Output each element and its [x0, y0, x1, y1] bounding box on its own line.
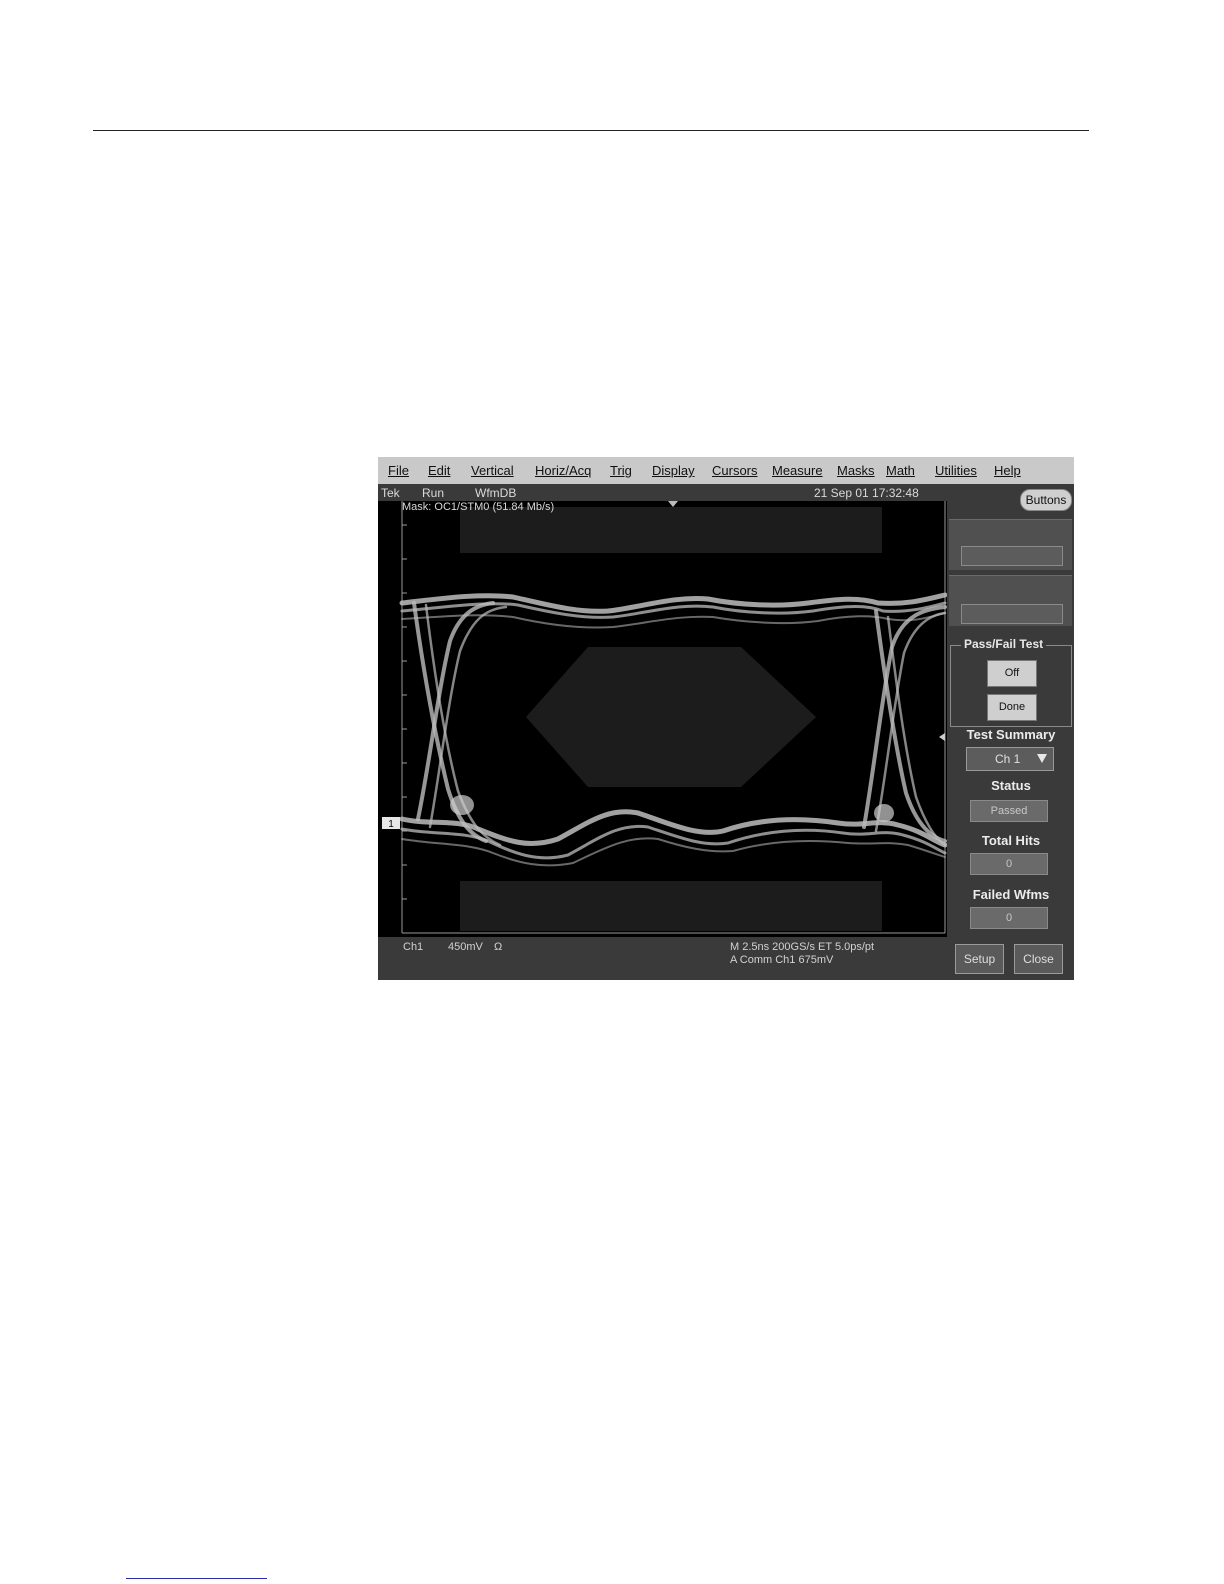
- menu-masks[interactable]: Masks: [837, 463, 875, 478]
- eye-diagram: 1: [382, 501, 947, 934]
- menu-measure[interactable]: Measure: [772, 463, 823, 478]
- setup-button[interactable]: Setup: [955, 944, 1004, 974]
- trigger-position-marker: [668, 501, 678, 507]
- channel-1-marker-label: 1: [388, 819, 394, 830]
- total-hits-field: 0: [970, 853, 1048, 875]
- menu-math[interactable]: Math: [886, 463, 915, 478]
- pass-fail-test-group: Pass/Fail Test Off Done: [950, 637, 1072, 727]
- waveform-display[interactable]: 1 Mask: OC1/STM0 (51.84 Mb/s): [378, 501, 947, 937]
- menu-horiz-acq[interactable]: Horiz/Acq: [535, 463, 591, 478]
- channel-readout: Ch1: [403, 941, 424, 953]
- status-bar: Tek Run WfmDB 21 Sep 01 17:32:48: [378, 484, 948, 501]
- menu-help[interactable]: Help: [994, 463, 1021, 478]
- mask-label: Mask: OC1/STM0 (51.84 Mb/s): [402, 501, 555, 513]
- menu-utilities[interactable]: Utilities: [935, 463, 977, 478]
- trigger-level-marker: [939, 733, 945, 741]
- mask-test-panel: Pass/Fail Test Off Done Test Summary Ch …: [948, 519, 1074, 980]
- pass-fail-test-title: Pass/Fail Test: [961, 637, 1047, 651]
- test-summary-channel-select[interactable]: Ch 1: [966, 747, 1054, 771]
- panel-slot-2: [949, 575, 1072, 626]
- page-top-rule: [93, 130, 1089, 131]
- buttons-toggle-button[interactable]: Buttons: [1020, 489, 1072, 511]
- trigger-readout: A Comm Ch1 675mV: [730, 954, 834, 966]
- test-summary-label: Test Summary: [966, 727, 1056, 742]
- panel-slot-2-field[interactable]: [961, 604, 1063, 624]
- menu-edit[interactable]: Edit: [428, 463, 450, 478]
- menu-display[interactable]: Display: [652, 463, 695, 478]
- mask-center-region: [526, 647, 816, 787]
- mask-top-region: [460, 507, 882, 553]
- pass-fail-done-button[interactable]: Done: [987, 694, 1037, 721]
- failed-wfms-label: Failed Wfms: [972, 887, 1050, 902]
- panel-slot-1: [949, 519, 1072, 570]
- horizontal-readout: M 2.5ns 200GS/s ET 5.0ps/pt: [730, 941, 875, 953]
- pass-fail-off-button[interactable]: Off: [987, 660, 1037, 687]
- run-state: Run: [422, 486, 445, 500]
- total-hits-label: Total Hits: [981, 833, 1041, 848]
- status-label: Status: [991, 778, 1031, 793]
- acquisition-mode: WfmDB: [475, 486, 517, 500]
- mask-bottom-region: [460, 881, 882, 931]
- status-value-field: Passed: [970, 800, 1048, 822]
- close-button[interactable]: Close: [1014, 944, 1063, 974]
- left-crossing-cluster: [450, 795, 894, 822]
- vertical-scale-readout: 450mV: [448, 941, 483, 953]
- panel-slot-1-field[interactable]: [961, 546, 1063, 566]
- brand-label: Tek: [381, 486, 400, 500]
- oscilloscope-window: File Edit Vertical Horiz/Acq Trig Displa…: [378, 457, 1074, 980]
- menu-cursors[interactable]: Cursors: [712, 463, 758, 478]
- impedance-icon: Ω: [494, 941, 503, 953]
- footer-link-rule: [126, 1578, 267, 1579]
- menu-file[interactable]: File: [388, 463, 409, 478]
- menu-trig[interactable]: Trig: [610, 463, 632, 478]
- menu-vertical[interactable]: Vertical: [471, 463, 514, 478]
- failed-wfms-field: 0: [970, 907, 1048, 929]
- channel-select-value: Ch 1: [995, 752, 1021, 766]
- dropdown-arrow-icon: [1037, 754, 1047, 763]
- menu-bar: File Edit Vertical Horiz/Acq Trig Displa…: [378, 457, 1074, 484]
- date-time: 21 Sep 01 17:32:48: [814, 486, 919, 500]
